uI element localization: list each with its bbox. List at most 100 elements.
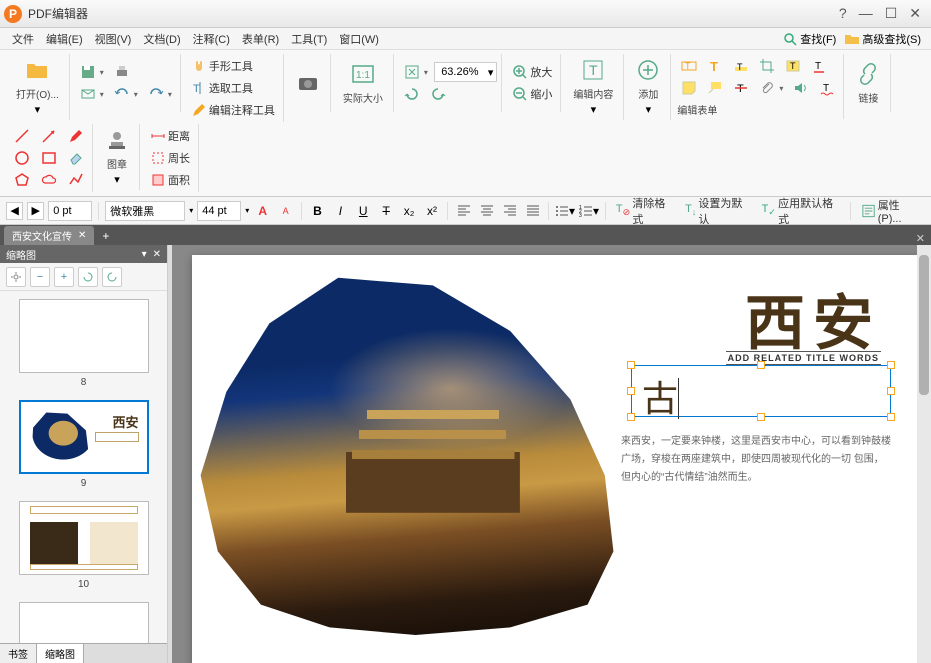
- number-list-button[interactable]: 123▾: [579, 201, 599, 221]
- thumb-settings-button[interactable]: [6, 267, 26, 287]
- close-button[interactable]: ✕: [909, 5, 921, 22]
- font-grow-button[interactable]: A: [253, 201, 272, 221]
- tab-doc1[interactable]: 西安文化宣传 ✕: [4, 226, 94, 245]
- bullet-list-button[interactable]: ▾: [555, 201, 575, 221]
- tabstrip-close-button[interactable]: ✕: [910, 232, 931, 245]
- rect-button[interactable]: [37, 148, 61, 168]
- crop-button[interactable]: [755, 56, 779, 76]
- indent-value-input[interactable]: [48, 201, 92, 221]
- align-left-button[interactable]: [454, 201, 473, 221]
- circle-button[interactable]: [10, 148, 34, 168]
- redo-button[interactable]: ▾: [144, 84, 176, 104]
- rotate-left-button[interactable]: [400, 84, 424, 104]
- subscript-button[interactable]: x₂: [400, 201, 419, 221]
- menu-comment[interactable]: 注释(C): [187, 31, 236, 47]
- email-button[interactable]: ▾: [76, 84, 108, 104]
- bookmark-tab[interactable]: 书签: [0, 644, 37, 663]
- edit-content-button[interactable]: T 编辑内容▾: [567, 56, 619, 118]
- underline-tool-button[interactable]: T: [807, 56, 831, 76]
- note-button[interactable]: [677, 78, 701, 98]
- area-button[interactable]: 面积: [146, 170, 194, 190]
- undo-button[interactable]: ▾: [110, 84, 142, 104]
- align-justify-button[interactable]: [523, 201, 542, 221]
- add-button[interactable]: 添加▾: [630, 56, 666, 118]
- vertical-scrollbar[interactable]: [917, 245, 931, 663]
- strikeout-button[interactable]: T: [729, 78, 753, 98]
- thumbnail-tab[interactable]: 缩略图: [37, 644, 84, 663]
- italic-button[interactable]: I: [331, 201, 350, 221]
- snapshot-button[interactable]: [290, 69, 326, 97]
- fit-page-button[interactable]: ▾: [400, 62, 432, 82]
- set-default-button[interactable]: T↓ 设置为默认: [681, 197, 754, 225]
- thumbnail-8[interactable]: 8: [8, 299, 159, 388]
- eraser-button[interactable]: [64, 148, 88, 168]
- thumbnail-11[interactable]: [8, 602, 159, 643]
- sidebar-close-button[interactable]: ✕: [153, 249, 161, 260]
- adv-find-button[interactable]: 高级查找(S): [840, 31, 925, 47]
- canvas[interactable]: 西安 ADD RELATED TITLE WORDS 古 来西安，一定要来钟楼，…: [172, 245, 931, 663]
- stamp-button[interactable]: 图章▾: [99, 126, 135, 188]
- thumb-rotate-left-button[interactable]: [78, 267, 98, 287]
- menu-file[interactable]: 文件: [6, 31, 40, 47]
- thumb-zoom-in-button[interactable]: +: [54, 267, 74, 287]
- actual-size-button[interactable]: 1:1 实际大小: [337, 60, 389, 107]
- hand-tool-button[interactable]: 手形工具: [187, 56, 279, 76]
- edit-comment-tool-button[interactable]: 编辑注释工具: [187, 100, 279, 120]
- save-button[interactable]: ▾: [76, 62, 108, 82]
- clear-format-button[interactable]: T⊘ 清除格式: [612, 197, 677, 225]
- thumbnails-list[interactable]: 8 西安 9 10: [0, 291, 167, 643]
- menu-form[interactable]: 表单(R): [236, 31, 285, 47]
- sound-button[interactable]: [789, 78, 813, 98]
- resize-handle-bm[interactable]: [757, 413, 765, 421]
- cloud-button[interactable]: [37, 170, 61, 190]
- zoom-out-button[interactable]: 缩小: [508, 84, 556, 104]
- attach-button[interactable]: ▾: [755, 78, 787, 98]
- maximize-button[interactable]: ☐: [885, 5, 898, 22]
- resize-handle-tl[interactable]: [627, 361, 635, 369]
- editing-textbox[interactable]: 古: [631, 365, 891, 417]
- polygon-button[interactable]: [10, 170, 34, 190]
- minimize-button[interactable]: —: [859, 5, 873, 22]
- polyline-button[interactable]: [64, 170, 88, 190]
- align-right-button[interactable]: [500, 201, 519, 221]
- align-center-button[interactable]: [477, 201, 496, 221]
- distance-button[interactable]: 距离: [146, 126, 194, 146]
- resize-handle-mr[interactable]: [887, 387, 895, 395]
- arrow-button[interactable]: [37, 126, 61, 146]
- line-button[interactable]: [10, 126, 34, 146]
- callout-button[interactable]: [703, 78, 727, 98]
- zoom-in-button[interactable]: 放大: [508, 62, 556, 82]
- apply-default-button[interactable]: T✓ 应用默认格式: [758, 197, 844, 225]
- resize-handle-tr[interactable]: [887, 361, 895, 369]
- links-button[interactable]: 链接: [850, 60, 886, 107]
- underline-button[interactable]: U: [354, 201, 373, 221]
- font-shrink-button[interactable]: A: [276, 201, 295, 221]
- tab-close-button[interactable]: ✕: [78, 230, 86, 241]
- font-name-input[interactable]: [105, 201, 185, 221]
- open-button[interactable]: 打开(O)...▾: [10, 56, 65, 118]
- select-tool-button[interactable]: T选取工具: [187, 78, 279, 98]
- find-button[interactable]: 查找(F): [778, 31, 840, 47]
- menu-view[interactable]: 视图(V): [89, 31, 138, 47]
- sidebar-menu-button[interactable]: ▾: [142, 249, 147, 260]
- squiggly-button[interactable]: T: [815, 78, 839, 98]
- menu-edit[interactable]: 编辑(E): [40, 31, 89, 47]
- resize-handle-br[interactable]: [887, 413, 895, 421]
- indent-left-button[interactable]: ◀: [6, 202, 23, 220]
- pencil-draw-button[interactable]: [64, 126, 88, 146]
- highlight-button[interactable]: T: [729, 56, 753, 76]
- thumbnail-10[interactable]: 10: [8, 501, 159, 590]
- resize-handle-tm[interactable]: [757, 361, 765, 369]
- print-button[interactable]: [110, 62, 134, 82]
- font-size-input[interactable]: [197, 201, 241, 221]
- properties-button[interactable]: 属性(P)...: [857, 197, 925, 225]
- scrollbar-thumb[interactable]: [919, 255, 929, 395]
- resize-handle-bl[interactable]: [627, 413, 635, 421]
- rotate-right-button[interactable]: [426, 84, 450, 104]
- text-button[interactable]: T: [703, 56, 727, 76]
- resize-handle-ml[interactable]: [627, 387, 635, 395]
- menu-window[interactable]: 窗口(W): [333, 31, 385, 47]
- strike-button[interactable]: T: [377, 201, 396, 221]
- document-page[interactable]: 西安 ADD RELATED TITLE WORDS 古 来西安，一定要来钟楼，…: [192, 255, 921, 663]
- text-box-button[interactable]: T: [781, 56, 805, 76]
